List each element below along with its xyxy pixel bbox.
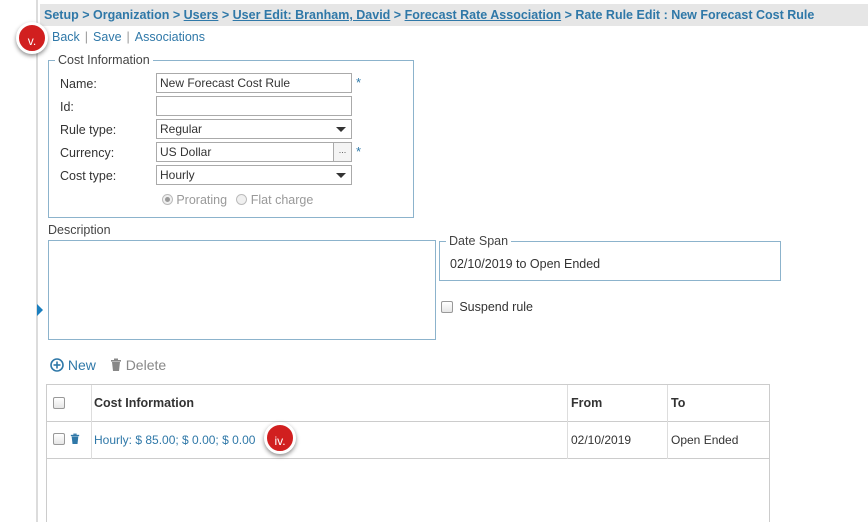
action-toolbar: Back | Save | Associations (52, 30, 205, 44)
associations-link[interactable]: Associations (135, 30, 205, 44)
cost-type-label: Cost type: (60, 169, 117, 183)
suspend-rule-label: Suspend rule (459, 300, 534, 314)
date-span-value: 02/10/2019 to Open Ended (450, 257, 601, 271)
from-cell: 02/10/2019 (571, 433, 632, 447)
currency-required-marker: * (356, 144, 362, 159)
breadcrumb-organization: Organization (92, 8, 170, 22)
flat-charge-label: Flat charge (250, 193, 314, 207)
trash-icon (110, 358, 121, 371)
breadcrumb-separator: > (218, 8, 233, 22)
suspend-rule-checkbox[interactable] (441, 301, 453, 313)
description-textarea[interactable] (48, 240, 436, 340)
toolbar-separator: | (126, 30, 130, 44)
breadcrumb-separator: > (169, 8, 184, 22)
grid-toolbar: New Delete (50, 357, 166, 373)
column-header-from[interactable]: From (571, 396, 602, 410)
chevron-down-icon (336, 127, 346, 132)
breadcrumb-setup: Setup (44, 8, 79, 22)
rule-type-label: Rule type: (60, 123, 117, 137)
breadcrumb-separator: > (561, 8, 576, 22)
chevron-down-icon (336, 173, 346, 178)
delete-row-trash-icon[interactable] (70, 433, 80, 445)
toolbar-separator: | (84, 30, 89, 44)
name-input[interactable]: New Forecast Cost Rule (156, 73, 352, 93)
rule-type-select[interactable]: Regular (156, 119, 352, 139)
description-label: Description (48, 223, 111, 237)
cost-information-link[interactable]: Hourly: $ 85.00; $ 0.00; $ 0.00 (94, 433, 255, 447)
column-divider (567, 385, 568, 459)
expand-panel-arrow-icon[interactable] (37, 304, 43, 316)
table-row: Hourly: $ 85.00; $ 0.00; $ 0.00 02/10/20… (47, 422, 769, 459)
delete-button[interactable]: Delete (110, 357, 166, 373)
name-required-marker: * (356, 75, 362, 90)
add-circle-icon (50, 358, 64, 372)
column-header-cost-information[interactable]: Cost Information (94, 396, 194, 410)
callout-badge-iv: iv. (264, 422, 296, 454)
currency-lookup-button[interactable]: ... (333, 143, 351, 161)
column-divider (91, 385, 92, 459)
callout-badge-v: v. (16, 22, 48, 54)
table-header: Cost Information From To (47, 385, 769, 422)
rule-type-value: Regular (160, 122, 203, 136)
breadcrumb-users-link[interactable]: Users (184, 8, 219, 22)
cost-information-fields: Name: New Forecast Cost Rule * Id: Rule … (48, 53, 414, 218)
new-button-label: New (67, 357, 96, 373)
to-cell: Open Ended (671, 433, 739, 447)
suspend-rule-row: Suspend rule (441, 300, 533, 314)
column-divider (667, 385, 668, 459)
select-all-checkbox[interactable] (53, 397, 65, 409)
breadcrumb-separator: > (390, 8, 405, 22)
currency-label: Currency: (60, 146, 115, 160)
cost-rules-table: Cost Information From To Hourly: $ 85.00… (46, 384, 770, 522)
prorating-radio[interactable] (162, 194, 173, 205)
charge-mode-radio-group: Prorating Flat charge (162, 193, 313, 207)
breadcrumb-user-edit-link[interactable]: User Edit: Branham, David (233, 8, 391, 22)
breadcrumb: Setup > Organization > Users > User Edit… (40, 4, 868, 26)
rail-divider (36, 0, 38, 522)
date-span-legend: Date Span (449, 234, 509, 248)
prorating-label: Prorating (176, 193, 228, 207)
currency-value: US Dollar (160, 145, 212, 159)
id-label: Id: (60, 100, 74, 114)
currency-input[interactable]: US Dollar ... (156, 142, 352, 162)
breadcrumb-current-page: Rate Rule Edit : New Forecast Cost Rule (575, 8, 815, 22)
save-link[interactable]: Save (93, 30, 122, 44)
new-button[interactable]: New (50, 357, 100, 373)
name-label: Name: (60, 77, 97, 91)
flat-charge-radio[interactable] (236, 194, 248, 205)
delete-button-label: Delete (125, 357, 167, 373)
breadcrumb-forecast-rate-link[interactable]: Forecast Rate Association (405, 8, 562, 22)
left-rail (0, 0, 43, 522)
row-checkbox[interactable] (53, 433, 65, 445)
column-header-to[interactable]: To (671, 396, 685, 410)
cost-type-value: Hourly (160, 168, 195, 182)
breadcrumb-separator: > (78, 8, 93, 22)
cost-type-select[interactable]: Hourly (156, 165, 352, 185)
back-link[interactable]: Back (52, 30, 80, 44)
id-input[interactable] (156, 96, 352, 116)
